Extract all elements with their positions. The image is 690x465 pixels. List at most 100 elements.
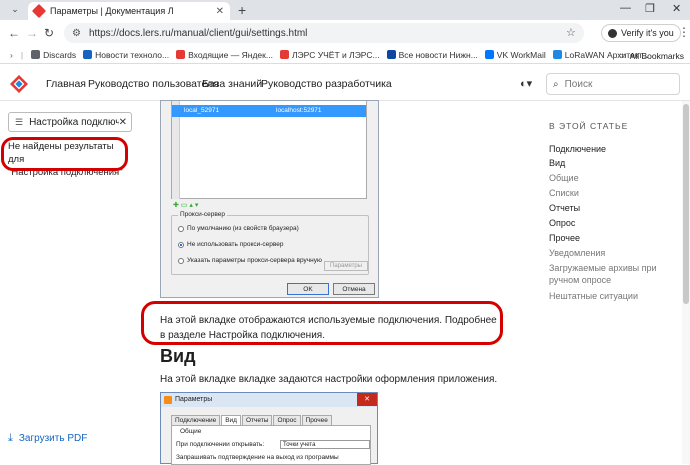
toc-item[interactable]: Вид (549, 157, 679, 169)
radio-default: По умолчанию (из свойств браузера) (178, 225, 299, 232)
forward-icon[interactable]: → (26, 26, 38, 40)
back-icon[interactable]: ← (8, 26, 20, 40)
radio-icon (178, 257, 184, 264)
bookmark-favicon-icon (83, 50, 93, 59)
search-icon: ⌕ (553, 78, 559, 90)
bookmark-favicon-icon (176, 50, 186, 59)
bookmark-label: Discards (43, 49, 77, 60)
view-paragraph: На этой вкладке вкладке задаются настрой… (160, 374, 498, 385)
params-button-image: Параметры (324, 261, 368, 271)
nav-dev-guide[interactable]: Руководство разработчика (261, 78, 392, 90)
bookmark-item[interactable]: VK WorkMail (484, 49, 546, 60)
download-pdf-link[interactable]: ⤓ Загрузить PDF (8, 432, 87, 445)
radio-label: По умолчанию (из свойств браузера) (187, 225, 299, 232)
bookmark-label: Все новости Нижн... (398, 49, 478, 60)
bookmark-item[interactable]: Discards (31, 50, 76, 60)
view-settings-screenshot: Параметры ✕ Подключение Вид Отчеты Опрос… (160, 392, 378, 465)
browser-menu-icon[interactable]: ⋮ (678, 25, 690, 39)
dialog-panel: Общие При подключении открывать: Точки у… (171, 425, 371, 465)
site-favicon-icon (31, 3, 47, 19)
browser-tab-active[interactable]: Параметры | Документация Л ✕ (28, 2, 230, 20)
apps-icon[interactable]: › (10, 50, 13, 60)
radio-icon (178, 225, 184, 232)
app-icon (164, 396, 172, 404)
open-on-connect-select: Точки учета (280, 440, 370, 449)
bookmark-star-icon[interactable]: ☆ (566, 26, 576, 39)
verify-label: Verify it's you (621, 28, 674, 38)
bookmark-label: ЛЭРС УЧЁТ и ЛЭРС... (291, 49, 380, 60)
toc-heading: В ЭТОЙ СТАТЬЕ (549, 121, 629, 131)
bookmark-label: Входящие — Яндек... (188, 49, 273, 60)
dialog-title: Параметры (175, 396, 213, 403)
minimize-icon[interactable]: — (620, 2, 631, 14)
dialog-tab: Прочее (301, 415, 332, 425)
section-heading-view: Вид (160, 346, 196, 366)
toc-item[interactable]: Отчеты (549, 202, 679, 214)
dialog-tab: Отчеты (241, 415, 273, 425)
toc-item[interactable]: Нештатные ситуации (549, 290, 679, 302)
toc-item[interactable]: Загружаемые архивы при ручном опросе (549, 262, 679, 286)
bookmark-favicon-icon (552, 50, 562, 59)
bookmark-favicon-icon (386, 50, 396, 59)
confirm-exit-label: Запрашивать подтверждение на выход из пр… (176, 454, 339, 461)
bookmark-item[interactable]: Новости техноло... (83, 50, 169, 60)
filter-icon: ☰ (15, 116, 24, 127)
nav-home[interactable]: Главная (46, 78, 86, 90)
connections-list: local_52971 localhost:52971 (171, 101, 367, 199)
close-icon: ✕ (357, 393, 377, 406)
list-toolbar-icons: ✚ ▭ ▴ ▾ (173, 202, 199, 209)
radio-manual: Указать параметры прокси-сервера вручную (178, 257, 322, 264)
nav-knowledge-base[interactable]: База знаний (202, 78, 262, 90)
row-address: localhost:52971 (276, 107, 322, 114)
toc-item[interactable]: Списки (549, 187, 679, 199)
separator: | (20, 49, 24, 60)
dialog-tab: Подключение (171, 415, 221, 425)
cancel-button-image: Отмена (333, 283, 375, 295)
browser-tabstrip: ⌄ Параметры | Документация Л ✕ + — ❐ ✕ (0, 0, 690, 20)
close-window-icon[interactable]: ✕ (672, 2, 681, 15)
bookmark-item[interactable]: Входящие — Яндек... (176, 50, 273, 60)
list-row-selected: local_52971 localhost:52971 (172, 105, 366, 117)
nav-user-guide[interactable]: Руководство пользователя (88, 78, 219, 90)
download-icon: ⤓ (8, 432, 13, 444)
new-tab-icon[interactable]: + (238, 2, 246, 18)
sidebar-filter-input[interactable]: ☰ Настройка подключени ✕ (8, 112, 132, 132)
scrollbar-thumb[interactable] (683, 104, 689, 304)
url-text: https://docs.lers.ru/manual/client/gui/s… (88, 27, 308, 39)
dialog-tabs: Подключение Вид Отчеты Опрос Прочее (171, 415, 333, 425)
radio-label: Не использовать прокси-сервер (187, 241, 284, 248)
maximize-icon[interactable]: ❐ (645, 2, 655, 15)
verify-button[interactable]: Verify it's you (601, 24, 681, 42)
radio-selected-icon (178, 241, 184, 248)
reload-icon[interactable]: ↻ (44, 26, 54, 40)
bookmark-favicon-icon (484, 50, 494, 59)
bookmark-item[interactable]: Все новости Нижн... (386, 49, 478, 60)
toc-item[interactable]: Прочее (549, 232, 679, 244)
toc-item[interactable]: Подключение (549, 143, 679, 155)
bookmark-item[interactable]: ЛЭРС УЧЁТ и ЛЭРС... (279, 49, 380, 60)
folder-icon: ▭ (618, 50, 627, 60)
toc-item[interactable]: Уведомления (549, 247, 679, 259)
lers-logo-icon[interactable] (10, 75, 28, 93)
theme-toggle-icon[interactable]: ◐▾ (520, 77, 532, 90)
search-placeholder: Поиск (564, 78, 593, 90)
bookmark-label: Новости техноло... (95, 49, 170, 60)
bookmark-label: VK WorkMail (496, 49, 546, 60)
site-header: Главная Руководство пользователя База зн… (0, 65, 690, 101)
close-tab-icon[interactable]: ✕ (216, 6, 224, 17)
url-bar[interactable]: ⚙ https://docs.lers.ru/manual/client/gui… (64, 23, 584, 43)
profile-avatar-icon (608, 28, 617, 38)
clear-filter-icon[interactable]: ✕ (119, 117, 127, 128)
proxy-legend: Прокси-сервер (178, 211, 227, 218)
toc-item[interactable]: Опрос (549, 217, 679, 229)
site-search-input[interactable]: ⌕ Поиск (546, 73, 680, 95)
ok-button-image: OK (287, 283, 329, 295)
toc-item[interactable]: Общие (549, 172, 679, 184)
red-highlight-oval (1, 137, 128, 171)
dialog-tab-active: Вид (221, 415, 241, 425)
tab-search-icon[interactable]: ⌄ (8, 4, 22, 16)
all-bookmarks[interactable]: ▭ All Bookmarks (619, 50, 684, 61)
bookmark-favicon-icon (279, 50, 289, 59)
pdf-label: Загрузить PDF (18, 433, 88, 444)
site-info-icon[interactable]: ⚙ (72, 28, 81, 39)
